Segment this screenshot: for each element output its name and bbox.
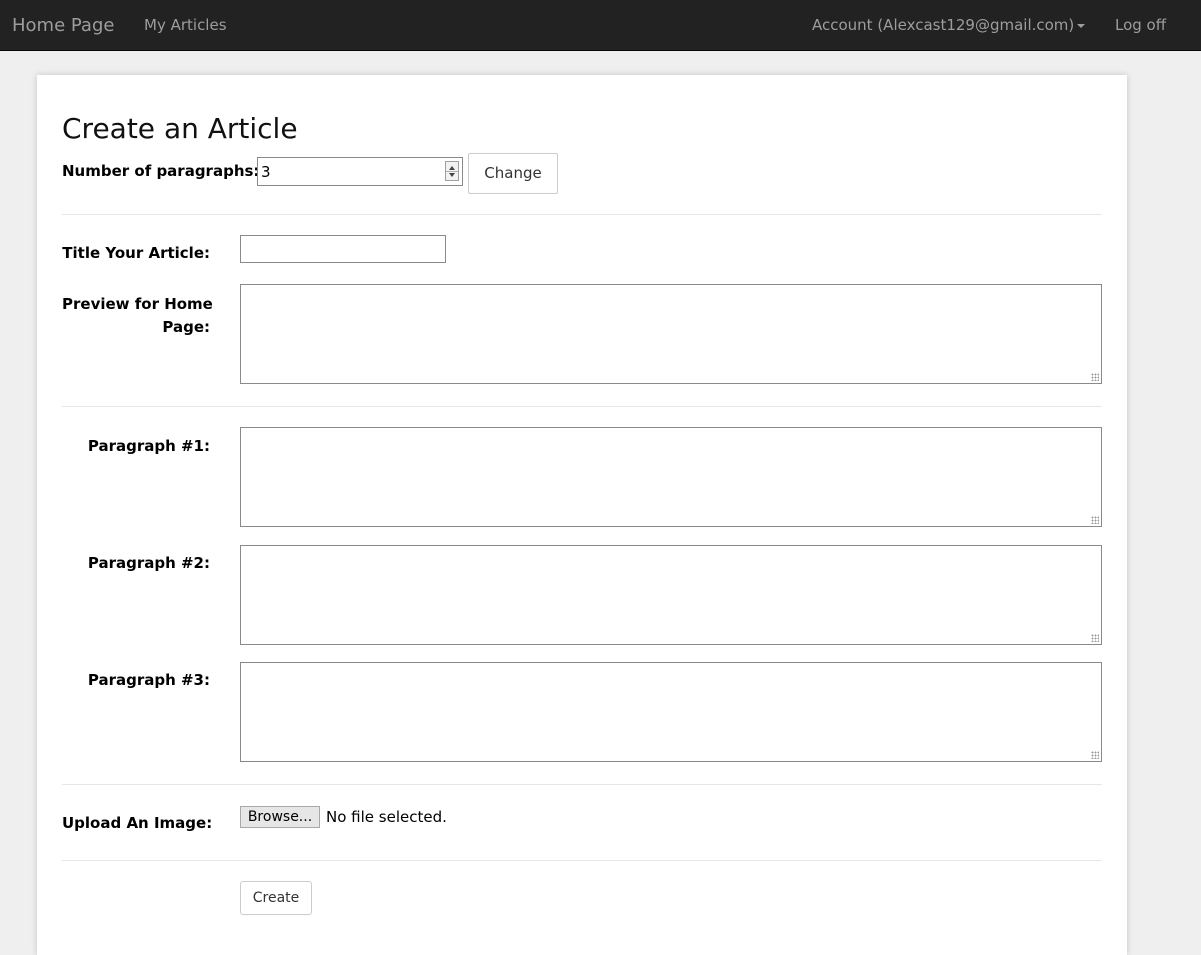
divider xyxy=(62,784,1102,785)
num-paragraphs-input[interactable]: 3 xyxy=(257,157,463,186)
spin-down-icon[interactable] xyxy=(449,173,455,177)
create-button[interactable]: Create xyxy=(240,881,312,915)
resize-grip-icon[interactable] xyxy=(1091,516,1099,524)
title-label: Title Your Article: xyxy=(62,244,210,262)
caret-down-icon xyxy=(1077,23,1086,28)
divider xyxy=(62,860,1102,861)
preview-textarea[interactable] xyxy=(240,284,1102,384)
resize-grip-icon[interactable] xyxy=(1091,634,1099,642)
preview-label-line1: Preview for Home xyxy=(62,295,213,313)
create-article-panel: Create an Article Number of paragraphs: … xyxy=(37,75,1127,955)
my-articles-link[interactable]: My Articles xyxy=(144,0,227,51)
paragraph-3-label: Paragraph #3: xyxy=(87,671,210,689)
top-navbar: Home Page My Articles Account (Alexcast1… xyxy=(0,0,1201,51)
account-dropdown[interactable]: Account (Alexcast129@gmail.com) xyxy=(812,0,1086,51)
paragraph-1-label: Paragraph #1: xyxy=(87,437,210,455)
page-title: Create an Article xyxy=(62,112,298,145)
divider xyxy=(62,214,1102,215)
title-input[interactable] xyxy=(240,235,446,263)
paragraph-3-textarea[interactable] xyxy=(240,662,1102,762)
preview-label: Preview for Home Page: xyxy=(62,293,213,339)
change-button[interactable]: Change xyxy=(468,153,558,194)
file-status-text: No file selected. xyxy=(326,808,447,826)
number-spinner[interactable] xyxy=(445,161,459,181)
resize-grip-icon[interactable] xyxy=(1091,373,1099,381)
num-paragraphs-value: 3 xyxy=(261,163,271,181)
paragraph-1-textarea[interactable] xyxy=(240,427,1102,527)
divider xyxy=(62,406,1102,407)
browse-button[interactable]: Browse... xyxy=(240,806,320,828)
upload-label: Upload An Image: xyxy=(62,814,213,832)
paragraph-2-label: Paragraph #2: xyxy=(87,554,210,572)
spinner-divider xyxy=(446,171,458,172)
paragraph-2-textarea[interactable] xyxy=(240,545,1102,645)
brand-home-link[interactable]: Home Page xyxy=(12,0,114,51)
logoff-link[interactable]: Log off xyxy=(1115,0,1166,51)
preview-label-line2: Page: xyxy=(162,318,210,336)
spin-up-icon[interactable] xyxy=(449,166,455,170)
resize-grip-icon[interactable] xyxy=(1091,751,1099,759)
num-paragraphs-label: Number of paragraphs: xyxy=(62,162,260,180)
account-label: Account (Alexcast129@gmail.com) xyxy=(812,16,1075,34)
